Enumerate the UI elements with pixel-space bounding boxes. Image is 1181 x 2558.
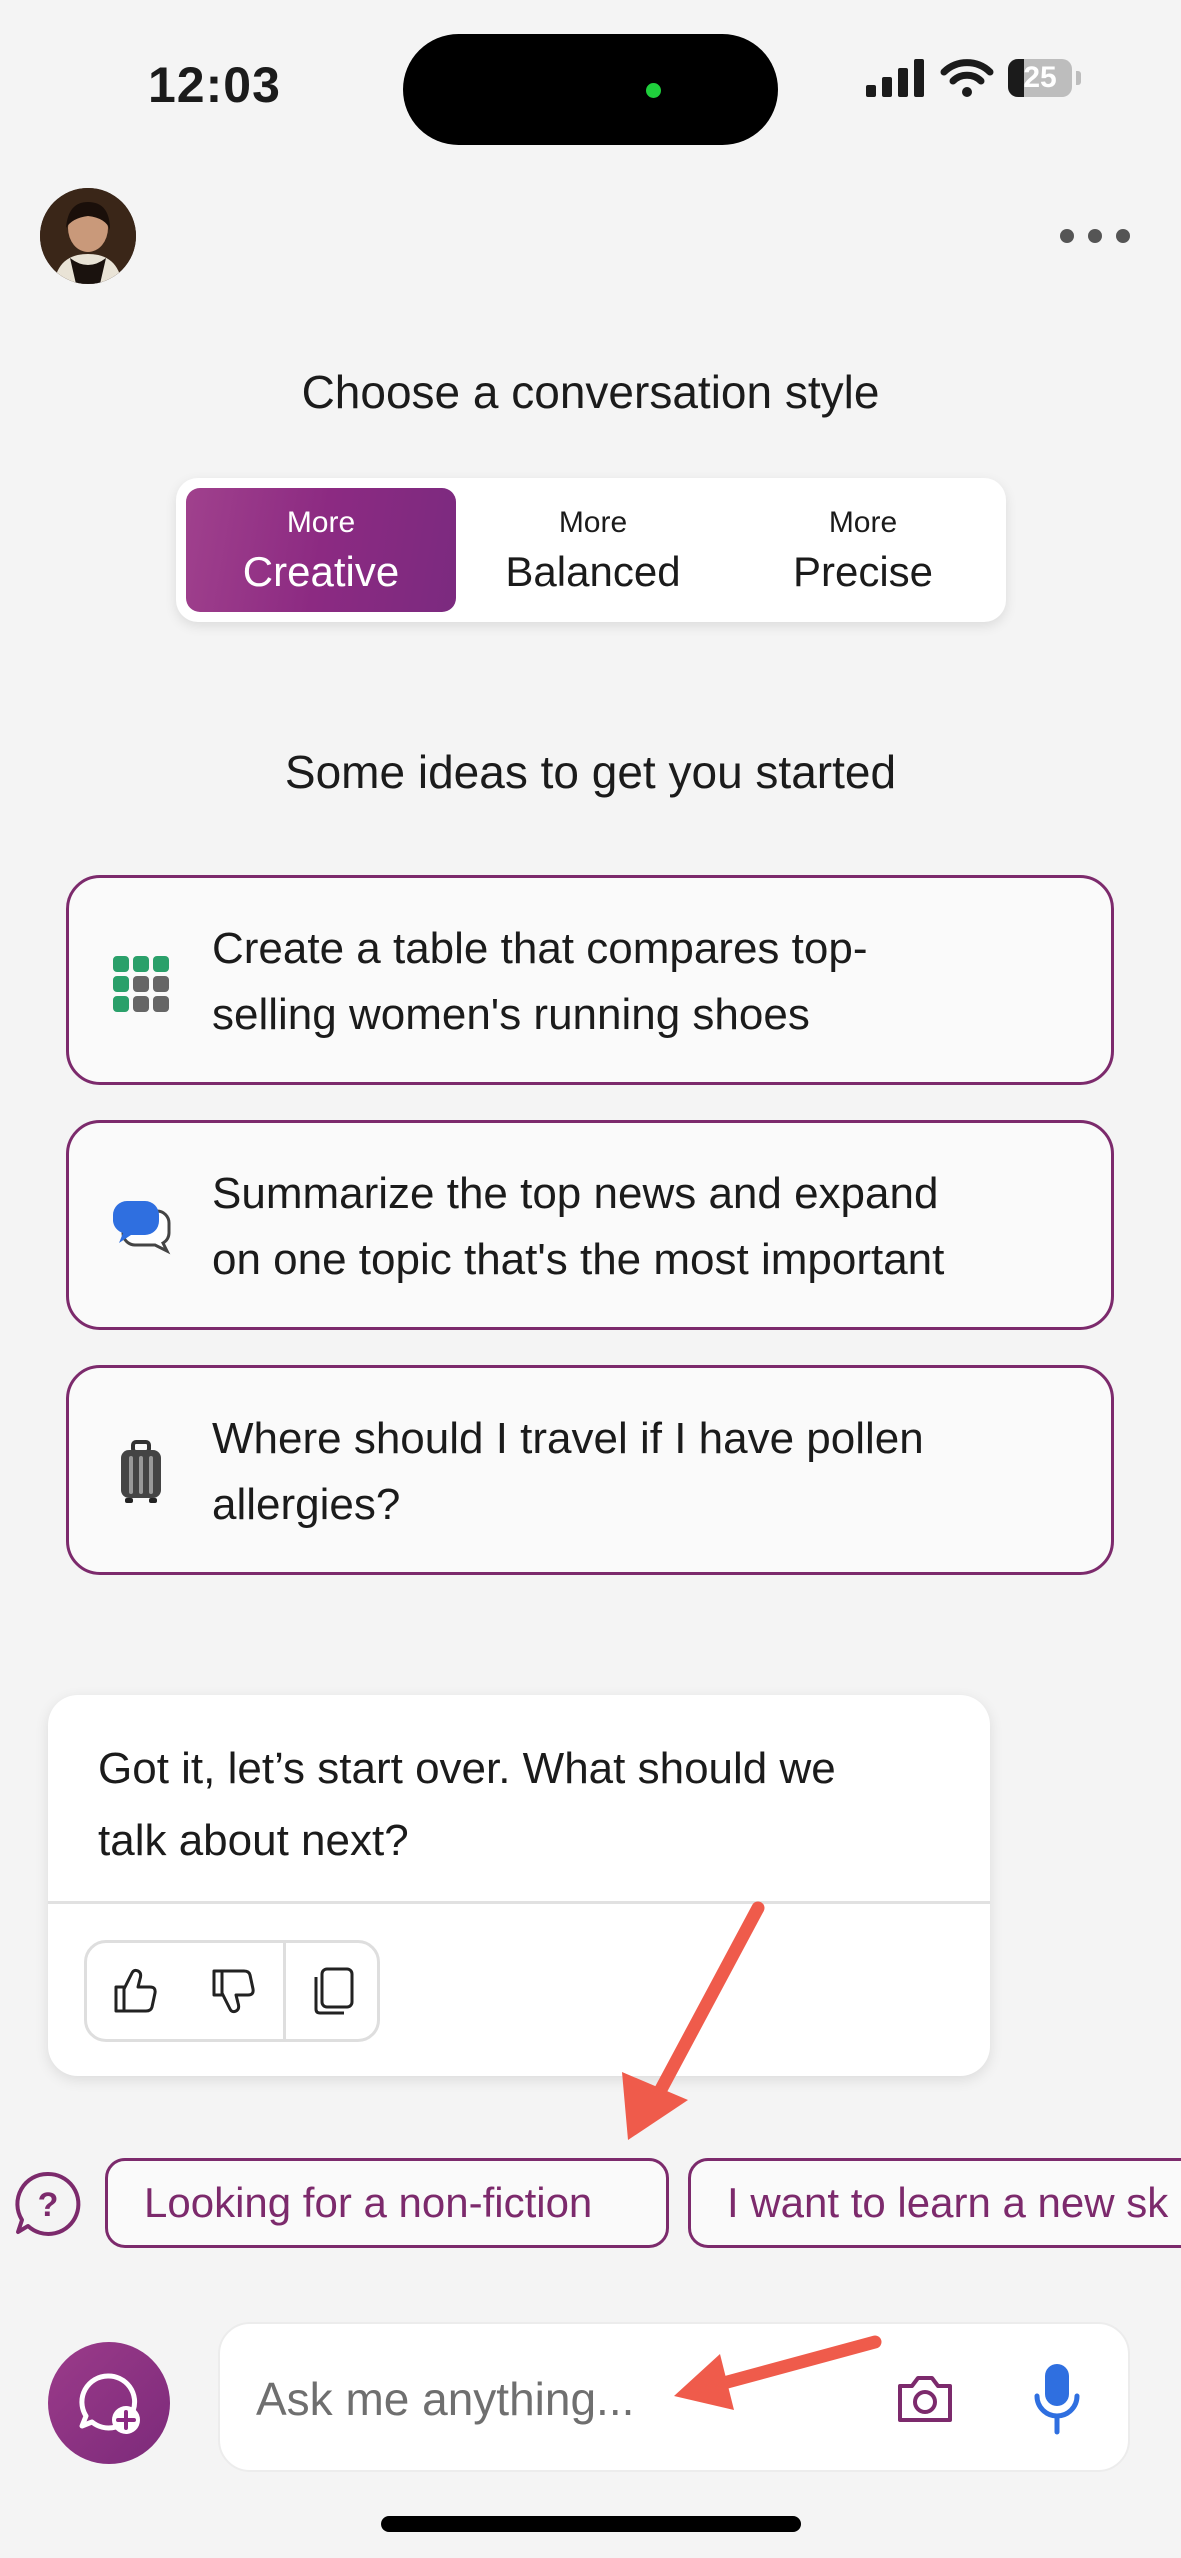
ask-input[interactable] — [256, 2364, 796, 2434]
style-option-prefix: More — [828, 506, 898, 539]
thumbs-down-icon — [212, 1969, 255, 2014]
idea-text: Summarize the top news and expand on one… — [212, 1161, 1092, 1293]
ideas-title: Some ideas to get you started — [284, 746, 897, 798]
camera-indicator-dot — [646, 83, 661, 98]
more-dot-icon — [1060, 229, 1074, 243]
profile-photo — [40, 188, 136, 284]
idea-line: Where should I travel if I have pollen — [212, 1414, 924, 1463]
new-chat-icon — [79, 2373, 140, 2434]
wifi-icon — [940, 59, 994, 97]
message-line: talk about next? — [98, 1816, 409, 1865]
more-options-button[interactable] — [1060, 218, 1130, 254]
table-grid-icon — [113, 956, 169, 1012]
microphone-icon[interactable] — [1032, 2362, 1082, 2436]
idea-line: Summarize the top news and expand — [212, 1169, 939, 1218]
idea-text: Where should I travel if I have pollen a… — [212, 1406, 1092, 1538]
message-divider — [48, 1901, 990, 1904]
style-option-balanced[interactable]: More Balanced — [458, 488, 728, 612]
feedback-toolbar — [84, 1940, 380, 2042]
luggage-icon — [121, 1440, 161, 1503]
conversation-style-selector: More Creative More Balanced More Precise — [176, 478, 1006, 622]
status-time: 12:03 — [148, 57, 281, 113]
idea-card-news[interactable]: Summarize the top news and expand on one… — [66, 1120, 1114, 1330]
message-line: Got it, let’s start over. What should we — [98, 1744, 836, 1793]
assistant-message-text: Got it, let’s start over. What should we… — [98, 1733, 958, 1877]
assistant-message: Got it, let’s start over. What should we… — [48, 1695, 990, 2076]
avatar[interactable] — [40, 188, 136, 284]
thumbs-up-icon — [114, 1968, 157, 2013]
conversation-style-title: Choose a conversation style — [301, 366, 880, 418]
speech-bubbles-icon — [113, 1201, 171, 1255]
idea-card-table[interactable]: Create a table that compares top- sellin… — [66, 875, 1114, 1085]
more-dot-icon — [1116, 229, 1130, 243]
idea-card-travel[interactable]: Where should I travel if I have pollen a… — [66, 1365, 1114, 1575]
idea-line: allergies? — [212, 1480, 401, 1529]
style-option-label: Balanced — [505, 548, 681, 595]
thumbs-down-button[interactable] — [185, 1943, 283, 2039]
idea-line: Create a table that compares top- — [212, 924, 868, 973]
svg-text:?: ? — [38, 2186, 59, 2224]
page: 12:03 25 Choose a conversation style Mor… — [0, 0, 1181, 2558]
idea-line: on one topic that's the most important — [212, 1235, 945, 1284]
cellular-signal-icon — [866, 59, 924, 97]
status-icons: 25 — [866, 58, 1081, 98]
style-option-creative[interactable]: More Creative — [186, 488, 456, 612]
style-option-prefix: More — [558, 506, 628, 539]
more-dot-icon — [1088, 229, 1102, 243]
help-icon[interactable]: ? — [14, 2170, 82, 2238]
copy-button[interactable] — [285, 1943, 383, 2039]
style-option-label: Creative — [242, 548, 400, 595]
idea-line: selling women's running shoes — [212, 990, 810, 1039]
battery-icon: 25 — [1008, 59, 1072, 97]
suggestion-chip[interactable]: I want to learn a new sk — [688, 2158, 1181, 2248]
battery-cap — [1076, 71, 1081, 85]
thumbs-up-button[interactable] — [87, 1943, 185, 2039]
style-option-prefix: More — [286, 506, 356, 539]
idea-text: Create a table that compares top- sellin… — [212, 916, 1092, 1048]
style-option-precise[interactable]: More Precise — [728, 488, 998, 612]
dynamic-island — [403, 34, 778, 145]
new-topic-button[interactable] — [48, 2342, 170, 2464]
camera-icon[interactable] — [894, 2370, 956, 2428]
composer — [218, 2322, 1130, 2472]
style-option-label: Precise — [792, 548, 934, 595]
suggestion-chip[interactable]: Looking for a non-fiction — [105, 2158, 669, 2248]
home-indicator — [381, 2516, 801, 2532]
battery-level: 25 — [1023, 61, 1057, 94]
copy-icon — [314, 1967, 354, 2015]
